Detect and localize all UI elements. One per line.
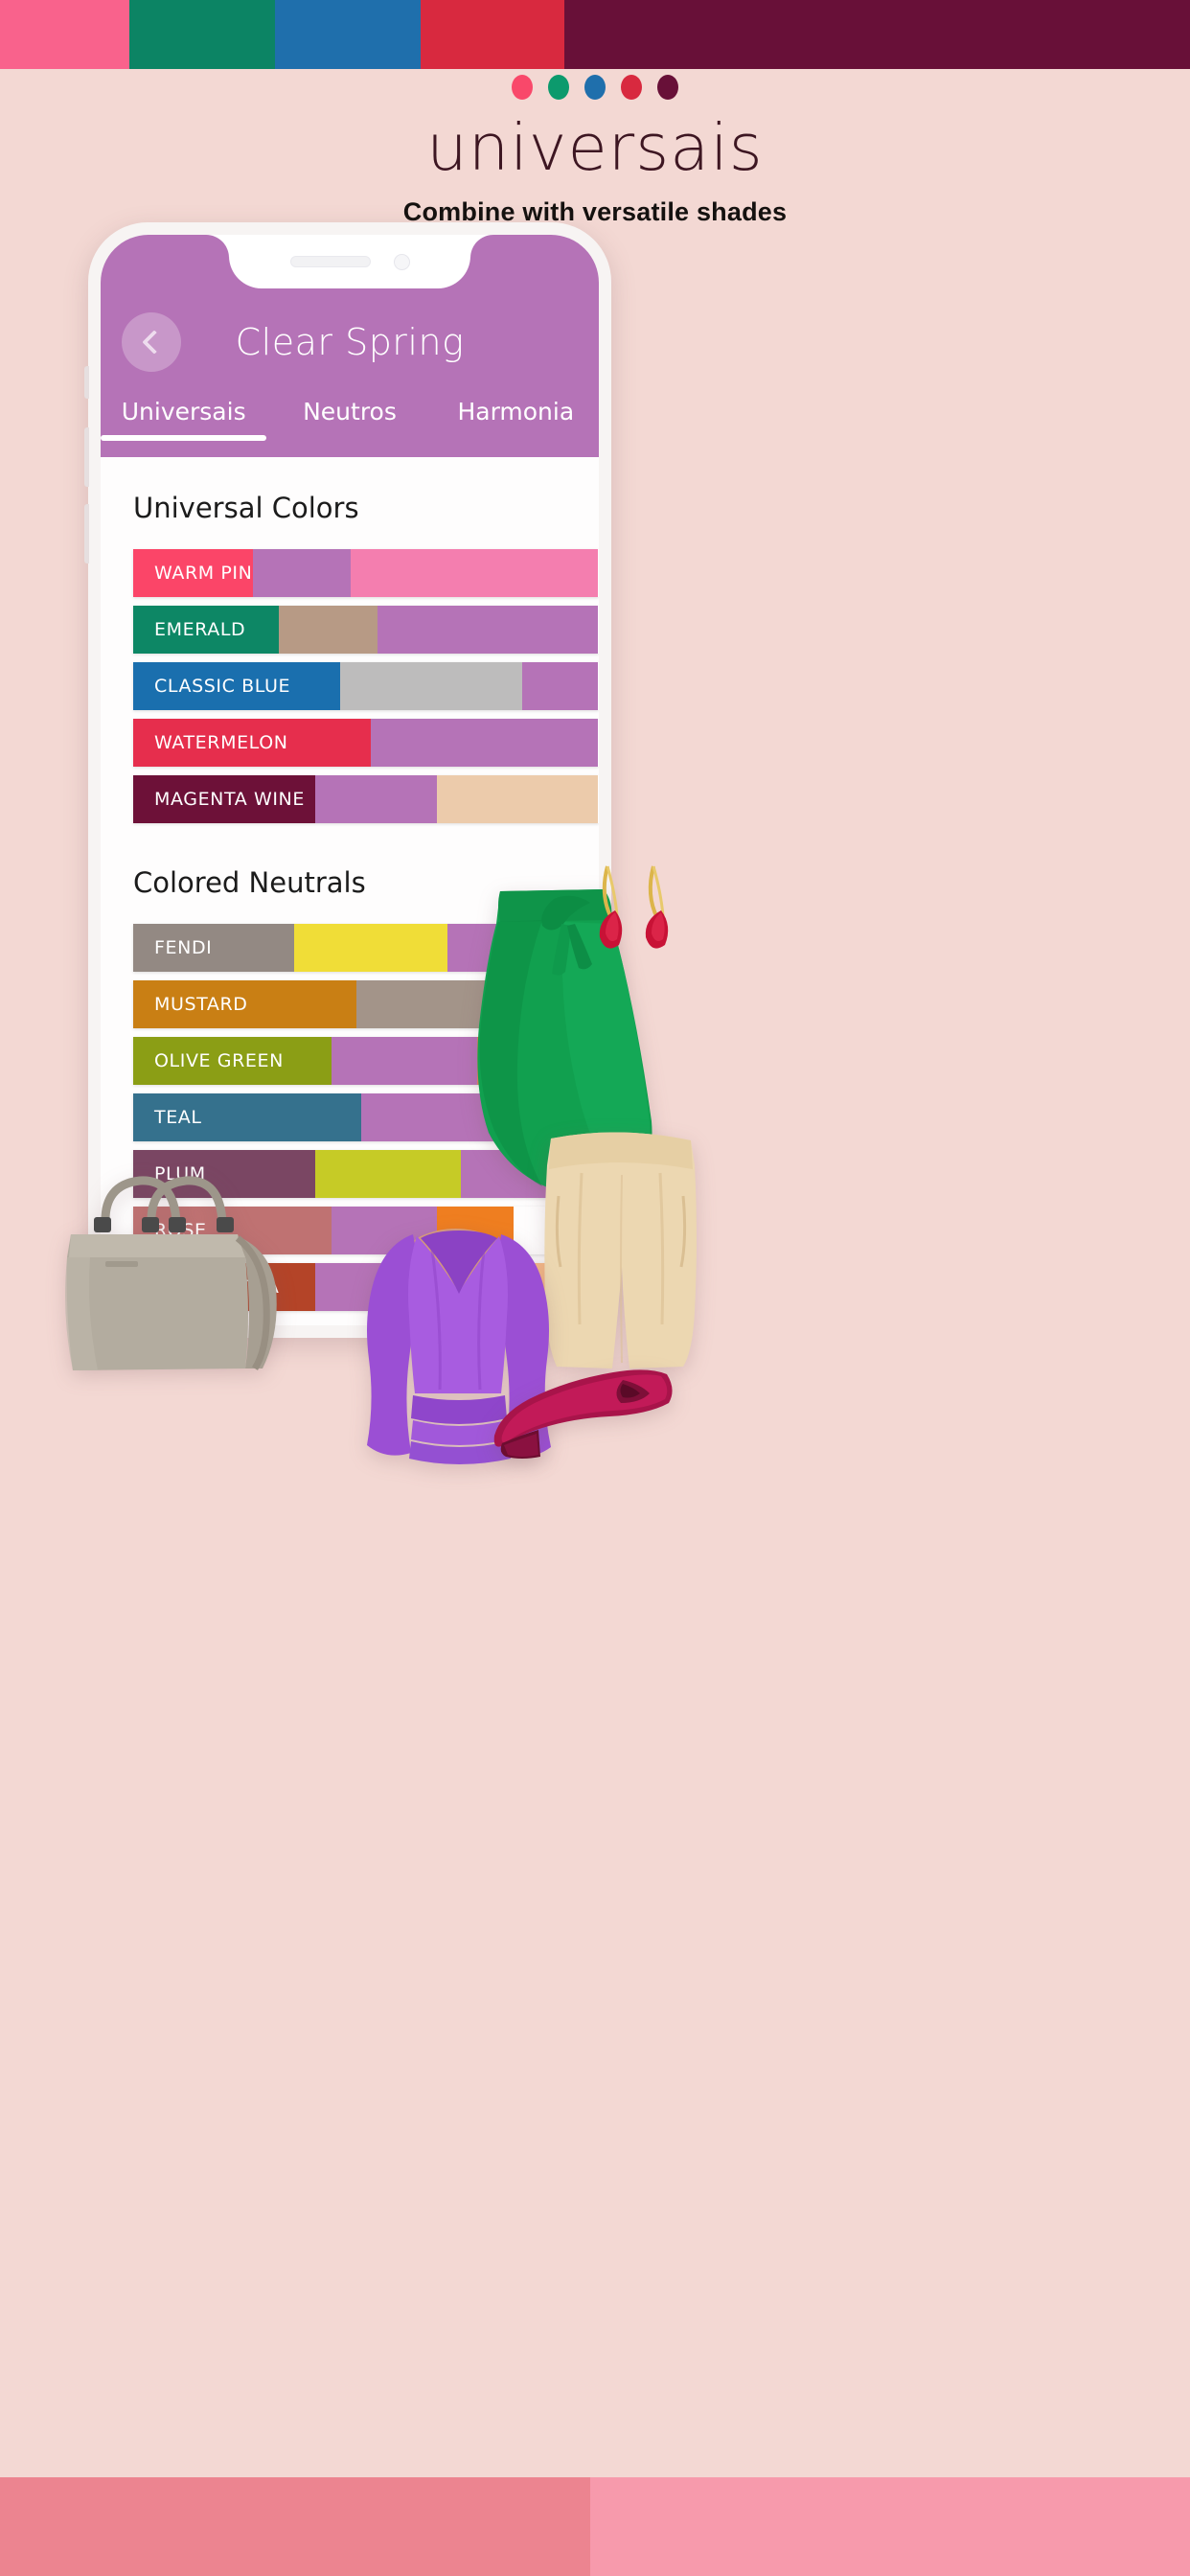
swatch-row-group: WARM PINK EMERALD CLASSIC BLUE WATERMELON MA… bbox=[101, 549, 599, 823]
app-header: Clear Spring Universais Neutros Harmonia bbox=[101, 235, 599, 457]
brand-dot bbox=[584, 75, 606, 100]
tab-universais[interactable]: Universais bbox=[101, 396, 267, 441]
top-strip-swatch bbox=[421, 0, 564, 69]
back-button[interactable] bbox=[122, 312, 181, 372]
top-strip-swatch bbox=[564, 0, 1190, 69]
bottom-strip-swatch bbox=[590, 2477, 1190, 2576]
swatch-segment bbox=[294, 924, 447, 972]
swatch-segment bbox=[522, 662, 598, 710]
brand-dot-row bbox=[0, 75, 1190, 100]
swatch-segment bbox=[378, 606, 598, 654]
swatch-label: FENDI bbox=[133, 924, 294, 972]
color-swatch-row[interactable]: WATERMELON bbox=[133, 719, 599, 767]
phone-notch-area bbox=[101, 235, 599, 288]
brand-dot bbox=[657, 75, 678, 100]
color-swatch-row[interactable]: EMERALD bbox=[133, 606, 599, 654]
brand-dot bbox=[621, 75, 642, 100]
section-title: Universal Colors bbox=[133, 492, 359, 524]
top-strip-swatch bbox=[0, 0, 129, 69]
earpiece-speaker-icon bbox=[289, 256, 371, 267]
burgundy-flat-shoe bbox=[493, 1369, 673, 1459]
swatch-label: OLIVE GREEN bbox=[133, 1037, 332, 1085]
color-swatch-row[interactable]: MAGENTA WINE bbox=[133, 775, 599, 823]
swatch-label: MUSTARD bbox=[133, 980, 356, 1028]
swatch-label: TEAL bbox=[133, 1093, 361, 1141]
notch-corner-left bbox=[206, 235, 229, 258]
swatch-segment bbox=[340, 662, 522, 710]
swatch-label: MAGENTA WINE bbox=[133, 775, 315, 823]
bottom-color-strip bbox=[0, 2477, 1190, 2576]
bottom-strip-swatch bbox=[0, 2477, 590, 2576]
red-drop-earrings bbox=[599, 865, 669, 949]
notch-corner-right bbox=[470, 235, 493, 258]
gray-handbag bbox=[65, 1176, 277, 1370]
tab-harmonia[interactable]: Harmonia bbox=[433, 396, 599, 426]
swatch-label: CLASSIC BLUE bbox=[133, 662, 340, 710]
top-color-strip bbox=[0, 0, 1190, 69]
brand-block: universais Combine with versatile shades bbox=[0, 75, 1190, 227]
brand-dot bbox=[548, 75, 569, 100]
tab-bar: Universais Neutros Harmonia bbox=[101, 396, 599, 455]
chevron-left-icon bbox=[142, 330, 167, 355]
swatch-label: WARM PINK bbox=[133, 549, 253, 597]
phone-button-volume-up bbox=[84, 427, 89, 487]
phone-button-mute bbox=[84, 366, 89, 399]
swatch-segment bbox=[437, 775, 598, 823]
app-title-row: Clear Spring bbox=[101, 288, 599, 396]
tab-neutros[interactable]: Neutros bbox=[266, 396, 432, 426]
swatch-segment bbox=[315, 775, 437, 823]
swatch-segment bbox=[279, 606, 378, 654]
top-strip-swatch bbox=[275, 0, 421, 69]
poster-root: universais Combine with versatile shades bbox=[0, 0, 1190, 2576]
phone-notch bbox=[229, 235, 470, 288]
front-camera-icon bbox=[393, 253, 410, 270]
color-swatch-row[interactable]: WARM PINK bbox=[133, 549, 599, 597]
swatch-segment bbox=[253, 549, 351, 597]
swatch-label: WATERMELON bbox=[133, 719, 371, 767]
swatch-segment bbox=[351, 549, 598, 597]
page-title: universais bbox=[426, 110, 764, 185]
swatch-label: EMERALD bbox=[133, 606, 279, 654]
swatch-segment bbox=[315, 1150, 461, 1198]
brand-dot bbox=[512, 75, 533, 100]
phone-button-volume-down bbox=[84, 504, 89, 564]
top-strip-swatch bbox=[129, 0, 275, 69]
color-swatch-row[interactable]: CLASSIC BLUE bbox=[133, 662, 599, 710]
swatch-segment bbox=[371, 719, 598, 767]
